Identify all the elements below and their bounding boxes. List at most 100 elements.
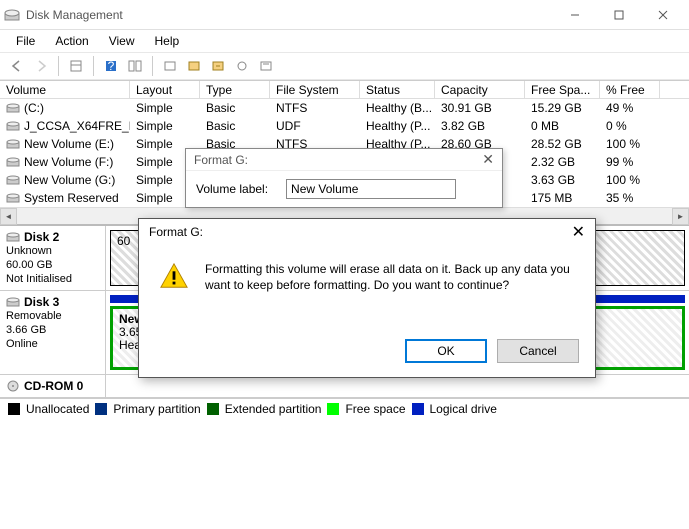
cell-status: Healthy (P...: [360, 119, 435, 133]
cell-layout: Simple: [130, 119, 200, 133]
confirm-message: Formatting this volume will erase all da…: [205, 261, 575, 293]
ok-button[interactable]: OK: [405, 339, 487, 363]
volume-name: J_CCSA_X64FRE_E...: [24, 119, 130, 133]
cell-capacity: 30.91 GB: [435, 101, 525, 115]
legend-ext: Extended partition: [225, 402, 322, 416]
disk-icon: [6, 231, 20, 243]
disk-3-name: Disk 3: [24, 295, 59, 309]
col-fs[interactable]: File System: [270, 81, 360, 99]
cell-free: 15.29 GB: [525, 101, 600, 115]
cell-pct: 49 %: [600, 101, 660, 115]
cell-status: Healthy (B...: [360, 101, 435, 115]
disk-2-state: Not Initialised: [6, 272, 99, 286]
volume-icon: [6, 174, 20, 186]
scroll-left-button[interactable]: ◄: [0, 208, 17, 225]
cancel-button[interactable]: Cancel: [497, 339, 579, 363]
cell-capacity: 3.82 GB: [435, 119, 525, 133]
cell-pct: 99 %: [600, 155, 660, 169]
tool-icon-2[interactable]: [183, 55, 205, 77]
properties-icon[interactable]: [65, 55, 87, 77]
col-type[interactable]: Type: [200, 81, 270, 99]
cell-free: 175 MB: [525, 191, 600, 205]
disk-icon: [6, 296, 20, 308]
cell-pct: 0 %: [600, 119, 660, 133]
cell-free: 2.32 GB: [525, 155, 600, 169]
confirm-dialog: Format G: ✕ Formatting this volume will …: [138, 218, 596, 378]
cell-fs: UDF: [270, 119, 360, 133]
menu-view[interactable]: View: [99, 32, 145, 50]
cell-pct: 100 %: [600, 137, 660, 151]
disk-2-size: 60.00 GB: [6, 258, 99, 272]
menu-help[interactable]: Help: [145, 32, 190, 50]
col-status[interactable]: Status: [360, 81, 435, 99]
scroll-right-button[interactable]: ►: [672, 208, 689, 225]
maximize-button[interactable]: [597, 1, 641, 29]
cell-layout: Simple: [130, 101, 200, 115]
volume-row[interactable]: (C:) Simple Basic NTFS Healthy (B... 30.…: [0, 99, 689, 117]
disk-row-cdrom[interactable]: CD-ROM 0: [0, 375, 689, 398]
svg-text:?: ?: [108, 59, 115, 73]
disk-2-type: Unknown: [6, 244, 99, 258]
disk-3-state: Online: [6, 337, 99, 351]
cell-pct: 35 %: [600, 191, 660, 205]
legend-swatch-ext: [207, 403, 219, 415]
col-pct[interactable]: % Free: [600, 81, 660, 99]
format-dialog-title: Format G:: [194, 153, 248, 167]
volume-icon: [6, 138, 20, 150]
volume-name: New Volume (G:): [24, 173, 115, 187]
cdrom-icon: [6, 380, 20, 392]
cdrom-info: CD-ROM 0: [0, 375, 106, 397]
format-dialog: Format G: ✕ Volume label:: [185, 148, 503, 208]
volume-label-input[interactable]: [286, 179, 456, 199]
col-capacity[interactable]: Capacity: [435, 81, 525, 99]
volume-name: New Volume (F:): [24, 155, 113, 169]
cell-free: 0 MB: [525, 119, 600, 133]
col-volume[interactable]: Volume: [0, 81, 130, 99]
legend-swatch-unalloc: [8, 403, 20, 415]
cell-free: 28.52 GB: [525, 137, 600, 151]
disk-2-name: Disk 2: [24, 230, 59, 244]
legend-primary: Primary partition: [113, 402, 200, 416]
confirm-dialog-title: Format G:: [149, 225, 572, 239]
menu-file[interactable]: File: [6, 32, 45, 50]
format-dialog-close-icon[interactable]: ✕: [482, 151, 494, 168]
menu-action[interactable]: Action: [45, 32, 98, 50]
legend-free: Free space: [345, 402, 405, 416]
col-free[interactable]: Free Spa...: [525, 81, 600, 99]
legend-swatch-logical: [412, 403, 424, 415]
tool-icon-1[interactable]: [159, 55, 181, 77]
titlebar: Disk Management: [0, 0, 689, 30]
cell-fs: NTFS: [270, 101, 360, 115]
tool-icon-3[interactable]: [207, 55, 229, 77]
forward-button[interactable]: [30, 55, 52, 77]
cell-free: 3.63 GB: [525, 173, 600, 187]
volume-label-label: Volume label:: [196, 182, 268, 196]
confirm-dialog-close-icon[interactable]: ✕: [572, 222, 585, 242]
tool-icon-4[interactable]: [231, 55, 253, 77]
disk-3-size: 3.66 GB: [6, 323, 99, 337]
minimize-button[interactable]: [553, 1, 597, 29]
volume-icon: [6, 156, 20, 168]
cell-type: Basic: [200, 101, 270, 115]
tool-icon-5[interactable]: [255, 55, 277, 77]
legend-swatch-primary: [95, 403, 107, 415]
legend: Unallocated Primary partition Extended p…: [0, 398, 689, 418]
list-header: Volume Layout Type File System Status Ca…: [0, 81, 689, 99]
volume-name: New Volume (E:): [24, 137, 114, 151]
disk-3-info: Disk 3 Removable 3.66 GB Online: [0, 291, 106, 374]
back-button[interactable]: [6, 55, 28, 77]
legend-swatch-free: [327, 403, 339, 415]
cell-type: Basic: [200, 119, 270, 133]
help-icon[interactable]: ?: [100, 55, 122, 77]
volume-icon: [6, 102, 20, 114]
disk-3-type: Removable: [6, 309, 99, 323]
col-layout[interactable]: Layout: [130, 81, 200, 99]
close-button[interactable]: [641, 1, 685, 29]
disk-mgmt-icon: [4, 7, 20, 23]
volume-row[interactable]: J_CCSA_X64FRE_E... Simple Basic UDF Heal…: [0, 117, 689, 135]
layout-icon[interactable]: [124, 55, 146, 77]
cell-pct: 100 %: [600, 173, 660, 187]
volume-name: System Reserved: [24, 191, 119, 205]
legend-logical: Logical drive: [430, 402, 497, 416]
disk-2-info: Disk 2 Unknown 60.00 GB Not Initialised: [0, 226, 106, 290]
